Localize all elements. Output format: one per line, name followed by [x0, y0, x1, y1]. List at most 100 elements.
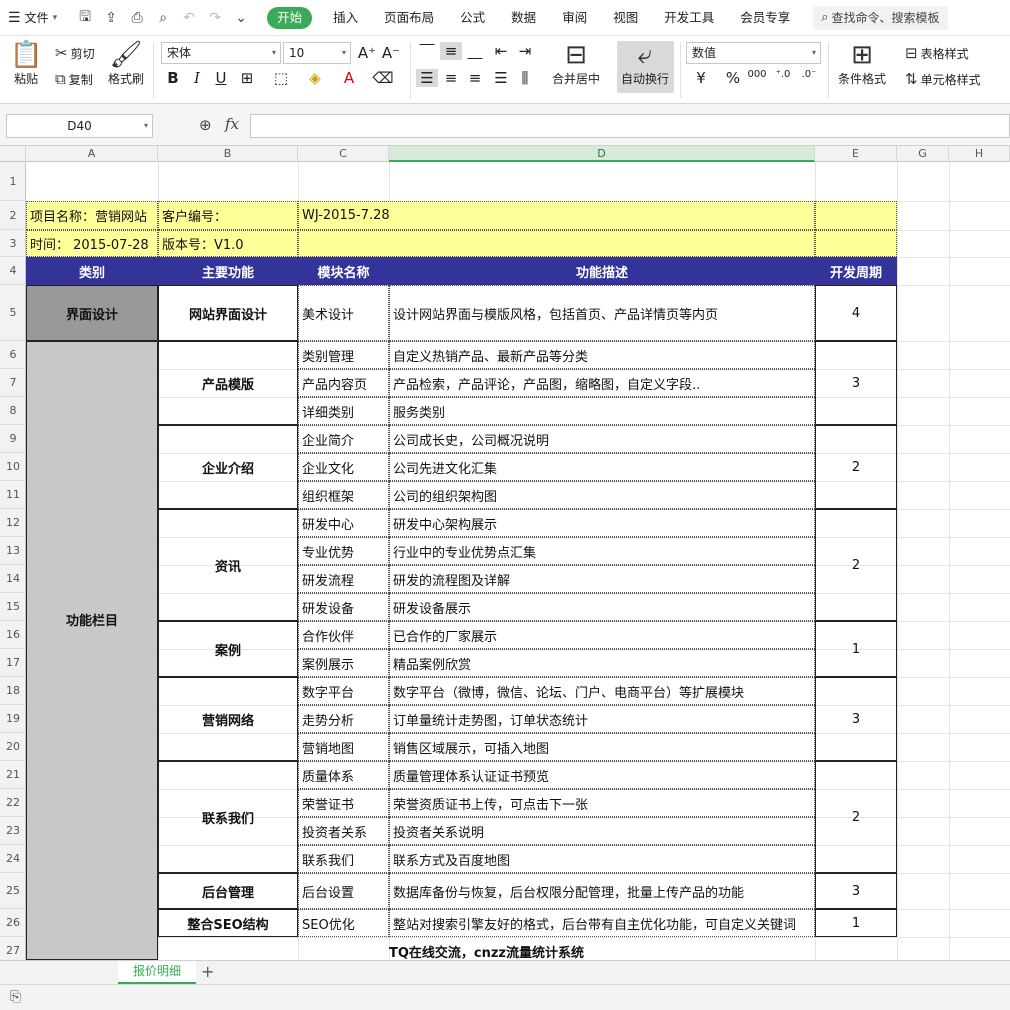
module-cell[interactable]: 研发中心: [298, 509, 389, 537]
version-cell[interactable]: 版本号：V1.0: [158, 230, 298, 257]
column-header-a[interactable]: A: [26, 146, 158, 162]
decrease-font-icon[interactable]: A⁻: [380, 44, 402, 62]
tab-data[interactable]: 数据: [498, 0, 549, 36]
description-cell[interactable]: 服务类别: [389, 397, 815, 425]
row-header[interactable]: 20: [0, 733, 26, 761]
row-header[interactable]: 3: [0, 230, 26, 257]
description-cell[interactable]: 公司先进文化汇集: [389, 453, 815, 481]
category-ui-design[interactable]: 界面设计: [26, 285, 158, 341]
row-header[interactable]: 15: [0, 593, 26, 621]
customize-qa-icon[interactable]: ⌄: [231, 10, 251, 26]
client-label-cell[interactable]: 客户编号：: [158, 201, 298, 230]
module-cell[interactable]: 研发流程: [298, 565, 389, 593]
description-cell[interactable]: 整站对搜索引擎友好的格式，后台带有自主优化功能，可自定义关键词: [389, 909, 815, 937]
column-header-c[interactable]: C: [298, 146, 389, 162]
description-cell[interactable]: 已合作的厂家展示: [389, 621, 815, 649]
decrease-indent-icon[interactable]: ⇤: [490, 42, 512, 60]
description-cell[interactable]: 公司的组织架构图: [389, 481, 815, 509]
merge-center-button[interactable]: ⊟ 合并居中: [552, 42, 600, 87]
zoom-icon[interactable]: ⊕: [199, 116, 212, 134]
module-cell[interactable]: 研发设备: [298, 593, 389, 621]
category-features[interactable]: 功能栏目: [26, 341, 158, 960]
module-cell[interactable]: 联系我们: [298, 845, 389, 873]
main-function-cell[interactable]: 案例: [158, 621, 298, 677]
row3-empty-cell[interactable]: [298, 230, 815, 257]
header-description[interactable]: 功能描述: [389, 257, 815, 285]
underline-icon[interactable]: U: [210, 69, 232, 87]
client-number-cell[interactable]: WJ-2015-7.28: [298, 201, 815, 230]
cell-pattern-icon[interactable]: ⬚: [270, 69, 292, 87]
cycle-cell[interactable]: 3: [815, 677, 897, 761]
module-cell[interactable]: 数字平台: [298, 677, 389, 705]
project-name-cell[interactable]: 项目名称：营销网站: [26, 201, 158, 230]
description-cell[interactable]: 产品检索，产品评论，产品图，缩略图，自定义字段..: [389, 369, 815, 397]
description-cell[interactable]: 设计网站界面与模版风格，包括首页、产品详情页等内页: [389, 285, 815, 341]
increase-indent-icon[interactable]: ⇥: [514, 42, 536, 60]
module-cell[interactable]: 组织框架: [298, 481, 389, 509]
align-bottom-icon[interactable]: ⎽: [464, 42, 486, 60]
description-cell[interactable]: 订单量统计走势图，订单状态统计: [389, 705, 815, 733]
header-main-function[interactable]: 主要功能: [158, 257, 298, 285]
percent-icon[interactable]: %: [722, 69, 744, 87]
italic-icon[interactable]: I: [186, 69, 208, 87]
main-function-cell[interactable]: 网站界面设计: [158, 285, 298, 341]
cycle-cell[interactable]: 2: [815, 509, 897, 621]
font-size-select[interactable]: 10 ▾: [283, 42, 351, 64]
cycle-cell[interactable]: 1: [815, 909, 897, 937]
module-cell[interactable]: 详细类别: [298, 397, 389, 425]
description-cell[interactable]: 公司成长史，公司概况说明: [389, 425, 815, 453]
description-cell[interactable]: 投资者关系说明: [389, 817, 815, 845]
row-header[interactable]: 1: [0, 162, 26, 201]
date-cell[interactable]: 时间： 2015-07-28: [26, 230, 158, 257]
cycle-cell[interactable]: 2: [815, 425, 897, 509]
bold-icon[interactable]: B: [162, 69, 184, 87]
module-cell[interactable]: 专业优势: [298, 537, 389, 565]
copy-button[interactable]: ⧉ 复制: [55, 70, 93, 88]
module-cell[interactable]: 荣誉证书: [298, 789, 389, 817]
justify-icon[interactable]: ☰: [490, 69, 512, 87]
select-all-corner[interactable]: [0, 146, 26, 162]
row-header[interactable]: 25: [0, 873, 26, 909]
save-icon[interactable]: 🖫: [75, 6, 95, 30]
tab-home[interactable]: 开始: [267, 6, 313, 29]
main-function-cell[interactable]: 整合SEO结构: [158, 909, 298, 937]
module-cell[interactable]: 走势分析: [298, 705, 389, 733]
description-cell[interactable]: 精品案例欣赏: [389, 649, 815, 677]
main-function-cell[interactable]: 资讯: [158, 509, 298, 621]
row-header[interactable]: 8: [0, 397, 26, 425]
tab-page-layout[interactable]: 页面布局: [371, 0, 447, 36]
tab-view[interactable]: 视图: [600, 0, 651, 36]
formula-input[interactable]: [250, 114, 1010, 138]
increase-font-icon[interactable]: A⁺: [356, 44, 378, 62]
align-middle-icon[interactable]: ≡: [440, 42, 462, 60]
row-header[interactable]: 2: [0, 201, 26, 230]
command-search[interactable]: ⌕ 查找命令、搜索模板: [813, 5, 948, 30]
align-center-icon[interactable]: ≡: [440, 69, 462, 87]
table-style-button[interactable]: ⊟ 表格样式: [905, 44, 969, 62]
tab-insert[interactable]: 插入: [320, 0, 371, 36]
conditional-format-button[interactable]: ⊞ 条件格式: [838, 42, 886, 87]
row-header[interactable]: 13: [0, 537, 26, 565]
print-icon[interactable]: ⎙: [127, 10, 147, 26]
main-function-cell[interactable]: 营销网络: [158, 677, 298, 761]
row-header[interactable]: 4: [0, 257, 26, 285]
description-cell[interactable]: 研发设备展示: [389, 593, 815, 621]
description-cell[interactable]: 联系方式及百度地图: [389, 845, 815, 873]
description-cell[interactable]: 销售区域展示，可插入地图: [389, 733, 815, 761]
tab-formulas[interactable]: 公式: [447, 0, 498, 36]
row-header[interactable]: 19: [0, 705, 26, 733]
cycle-cell[interactable]: 1: [815, 621, 897, 677]
module-cell[interactable]: 质量体系: [298, 761, 389, 789]
row-header[interactable]: 5: [0, 285, 26, 341]
font-name-select[interactable]: 宋体 ▾: [161, 42, 281, 64]
module-cell[interactable]: 案例展示: [298, 649, 389, 677]
header-cycle[interactable]: 开发周期: [815, 257, 897, 285]
row-header[interactable]: 7: [0, 369, 26, 397]
column-header-b[interactable]: B: [158, 146, 298, 162]
decrease-decimal-icon[interactable]: .0⁻: [798, 69, 820, 80]
module-cell[interactable]: 投资者关系: [298, 817, 389, 845]
row-header[interactable]: 6: [0, 341, 26, 369]
module-cell[interactable]: 产品内容页: [298, 369, 389, 397]
description-cell[interactable]: 数字平台（微博，微信、论坛、门户、电商平台）等扩展模块: [389, 677, 815, 705]
row-header[interactable]: 27: [0, 937, 26, 960]
